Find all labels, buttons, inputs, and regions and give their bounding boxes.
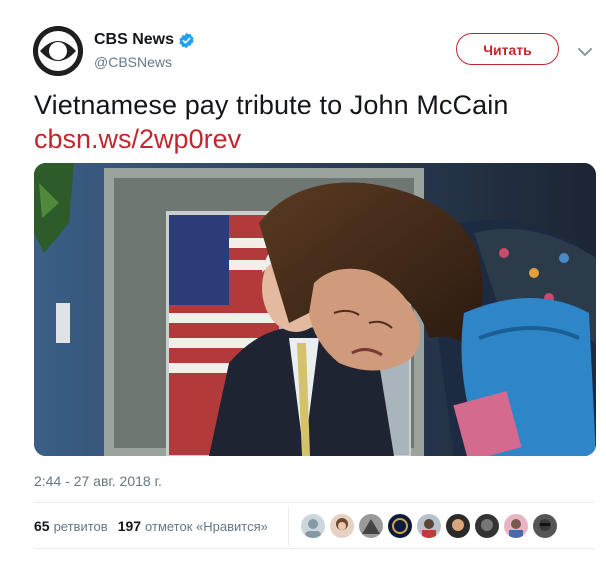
liker-avatar[interactable] <box>359 514 383 538</box>
retweets-label: ретвитов <box>53 519 108 534</box>
liker-avatar[interactable] <box>417 514 441 538</box>
chevron-down-icon[interactable] <box>578 44 592 57</box>
account-handle[interactable]: @CBSNews <box>94 54 172 70</box>
liker-avatar[interactable] <box>330 514 354 538</box>
liker-avatar[interactable] <box>475 514 499 538</box>
tweet-photo[interactable] <box>34 163 596 456</box>
divider-bottom <box>34 548 595 549</box>
follow-button[interactable]: Читать <box>456 33 559 65</box>
stats-separator <box>288 506 289 546</box>
tweet-timestamp[interactable]: 2:44 - 27 авг. 2018 г. <box>34 473 162 489</box>
liker-avatar[interactable] <box>533 514 557 538</box>
cbs-eye-logo-icon <box>33 26 83 76</box>
retweet-stat[interactable]: 65 ретвитов <box>34 518 108 534</box>
liker-avatar[interactable] <box>388 514 412 538</box>
liker-avatar[interactable] <box>446 514 470 538</box>
liker-avatar[interactable] <box>301 514 325 538</box>
retweets-count: 65 <box>34 518 50 534</box>
likers-avatars <box>301 514 557 538</box>
tweet-link[interactable]: cbsn.ws/2wp0rev <box>34 123 241 156</box>
tweet-stats: 65 ретвитов 197 отметок «Нравится» <box>34 518 278 534</box>
likes-count: 197 <box>117 518 142 534</box>
verified-badge-icon <box>178 32 195 49</box>
account-name-row: CBS News <box>94 31 195 49</box>
avatar[interactable] <box>33 26 83 76</box>
account-name[interactable]: CBS News <box>94 31 174 49</box>
likes-label: отметок «Нравится» <box>145 519 268 534</box>
tweet-text: Vietnamese pay tribute to John McCain <box>34 90 509 120</box>
liker-avatar[interactable] <box>504 514 528 538</box>
divider-top <box>34 502 595 503</box>
like-stat[interactable]: 197 отметок «Нравится» <box>118 518 268 534</box>
photo-scene <box>34 163 596 456</box>
